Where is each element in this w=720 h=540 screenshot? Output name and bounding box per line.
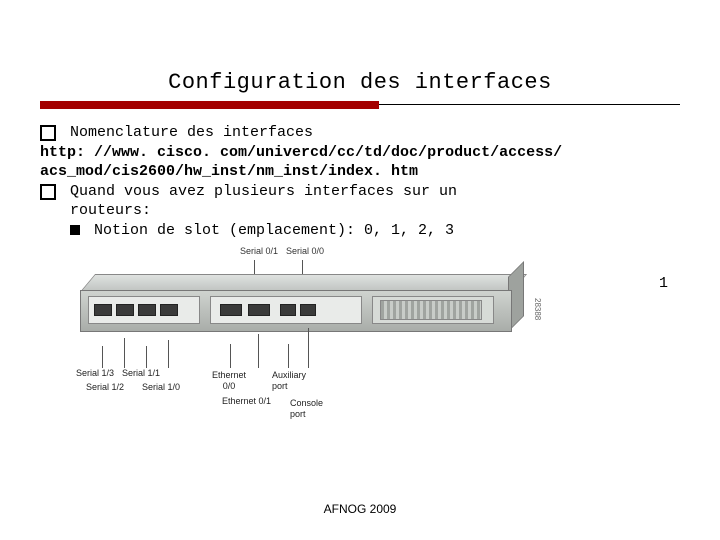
router-diagram: Serial 0/1 Serial 0/0 [80, 246, 560, 428]
slide-title: Configuration des interfaces [40, 70, 680, 95]
leader-line [168, 340, 169, 368]
label-serial-0-1: Serial 0/1 [240, 246, 278, 258]
title-rule [40, 101, 680, 111]
label-serial-1-1: Serial 1/1 [122, 368, 160, 380]
leader-line [308, 328, 309, 368]
footer-text: AFNOG 2009 [0, 502, 720, 516]
content-area: Nomenclature des interfaces http: //www.… [40, 123, 680, 428]
leader-line [254, 260, 255, 274]
trailing-number: 1 [659, 274, 668, 294]
port-icon [248, 304, 270, 316]
square-bullet-icon [40, 184, 56, 200]
top-callouts: Serial 0/1 Serial 0/0 [240, 246, 560, 258]
port-icon [94, 304, 112, 316]
port-icon [280, 304, 296, 316]
url-line-1: http: //www. cisco. com/univercd/cc/td/d… [40, 143, 680, 163]
slide: Configuration des interfaces Nomenclatur… [0, 0, 720, 428]
square-bullet-icon [40, 125, 56, 141]
port-icon [220, 304, 242, 316]
url-line-2: acs_mod/cis2600/hw_inst/nm_inst/index. h… [40, 162, 680, 182]
leader-line [302, 260, 303, 274]
bullet-item-2: Quand vous avez plusieurs interfaces sur… [40, 182, 680, 202]
leader-line [258, 334, 259, 368]
bullet-item-3: Notion de slot (emplacement): 0, 1, 2, 3 [40, 221, 680, 241]
rule-thin [379, 104, 680, 105]
leader-line [102, 346, 103, 368]
bottom-callouts: Serial 1/3 Serial 1/2 Serial 1/1 Serial … [80, 368, 560, 428]
port-icon [300, 304, 316, 316]
bottom-leader-lines [80, 344, 560, 368]
vent-grill [380, 300, 482, 320]
label-auxiliary-port: Auxiliary port [272, 370, 306, 393]
label-serial-0-0: Serial 0/0 [286, 246, 324, 258]
bullet-text-2a: Quand vous avez plusieurs interfaces sur… [70, 182, 680, 202]
port-icon [138, 304, 156, 316]
label-serial-1-3: Serial 1/3 [76, 368, 114, 380]
leader-line [288, 344, 289, 368]
image-ref-number: 28388 [532, 298, 542, 320]
label-ethernet-0-0: Ethernet 0/0 [212, 370, 246, 393]
bullet-text-3: Notion de slot (emplacement): 0, 1, 2, 3 [94, 221, 680, 241]
filled-square-bullet-icon [70, 225, 80, 235]
port-icon [116, 304, 134, 316]
label-ethernet-0-1: Ethernet 0/1 [222, 396, 271, 408]
bullet-text-1: Nomenclature des interfaces [70, 123, 680, 143]
label-serial-1-0: Serial 1/0 [142, 382, 180, 394]
label-console-port: Console port [290, 398, 323, 421]
leader-line [124, 338, 125, 368]
leader-line [230, 344, 231, 368]
port-icon [160, 304, 178, 316]
label-serial-1-2: Serial 1/2 [86, 382, 124, 394]
rule-accent [40, 101, 379, 109]
router-chassis: 28388 [80, 274, 510, 344]
bullet-item-1: Nomenclature des interfaces [40, 123, 680, 143]
leader-line [146, 346, 147, 368]
bullet-text-2b: routeurs: [40, 201, 680, 221]
